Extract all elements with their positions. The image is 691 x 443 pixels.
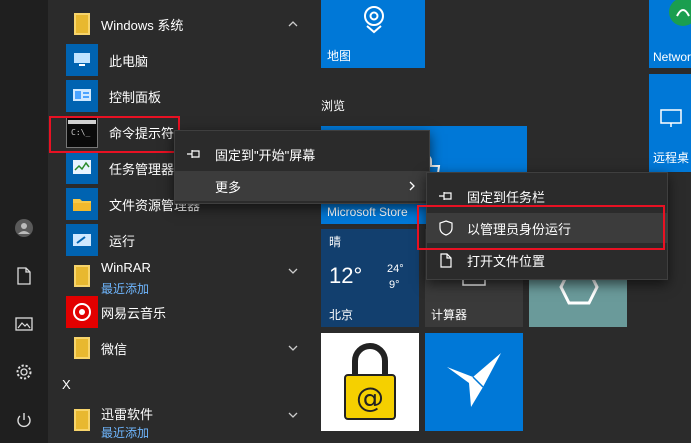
command-prompt-icon: C:\_ (66, 116, 98, 148)
list-item-label: 命令提示符 (109, 125, 175, 141)
list-item-winrar[interactable]: WinRAR 最近添加 (48, 256, 316, 296)
chevron-down-icon (288, 412, 298, 418)
weather-high: 24° (387, 263, 404, 275)
folder-icon (66, 404, 98, 436)
weather-temp: 12° (329, 263, 363, 288)
tile-label: 计算器 (431, 308, 468, 322)
letter-header-x[interactable]: X (48, 364, 316, 404)
pin-icon (185, 145, 203, 163)
folder-icon (66, 260, 98, 292)
tile-weather[interactable]: 晴 12° 24° 9° 北京 (321, 229, 419, 327)
map-pin-icon (364, 6, 384, 34)
menu-item-more[interactable]: 更多 (175, 171, 429, 201)
padlock-at-icon: @ (344, 343, 396, 420)
menu-item-label: 以管理员身份运行 (467, 221, 572, 237)
context-menu-primary: 固定到"开始"屏幕 更多 (174, 130, 430, 204)
power-icon[interactable] (0, 396, 48, 443)
group-label: Windows 系统 (101, 17, 184, 33)
list-item-label: 迅雷软件 (101, 407, 154, 422)
network-icon (669, 0, 691, 26)
tile-lock-app[interactable]: @ (321, 333, 419, 431)
weather-condition: 晴 (329, 235, 342, 249)
chevron-down-icon (288, 268, 298, 274)
recently-added-label: 最近添加 (101, 426, 150, 440)
task-manager-icon (66, 152, 98, 184)
menu-item-label: 固定到"开始"屏幕 (215, 147, 316, 163)
chevron-up-icon (288, 21, 298, 27)
user-avatar-icon[interactable] (0, 204, 48, 252)
list-item-xunlei[interactable]: 迅雷软件 最近添加 (48, 400, 316, 440)
menu-item-pin-to-taskbar[interactable]: 固定到任务栏 (427, 181, 667, 211)
tile-origami-app[interactable] (425, 333, 523, 431)
context-menu-more: 固定到任务栏 以管理员身份运行 打开文件位置 (426, 172, 668, 280)
tile-label: Network (653, 50, 691, 64)
origami-bird-icon (447, 353, 501, 407)
app-list: Windows 系统 此电脑 控制面板 C:\_ 命令提示符 任务管理器 文件资… (48, 0, 316, 443)
folder-icon (66, 188, 98, 220)
run-icon (66, 224, 98, 256)
shield-icon (437, 219, 455, 237)
list-item-label: WinRAR (101, 260, 151, 275)
menu-item-label: 更多 (215, 179, 242, 195)
chevron-right-icon (409, 181, 415, 191)
list-item-run[interactable]: 运行 (48, 220, 316, 260)
tile-network[interactable]: Network (649, 0, 691, 68)
tile-label: Microsoft Store (327, 205, 408, 219)
list-item-control-panel[interactable]: 控制面板 (48, 76, 316, 116)
list-item-weixin[interactable]: 微信 (48, 328, 316, 368)
menu-item-open-file-location[interactable]: 打开文件位置 (427, 245, 667, 275)
remote-desktop-icon (660, 109, 682, 127)
svg-text:@: @ (356, 381, 384, 414)
tile-label: 远程桌 (653, 151, 690, 165)
tile-remote-desktop[interactable]: 远程桌 (649, 74, 691, 172)
group-windows-system[interactable]: Windows 系统 (48, 4, 316, 44)
list-item-label: 运行 (109, 233, 136, 249)
list-item-netease-music[interactable]: 网易云音乐 (48, 292, 316, 332)
folder-icon (66, 8, 98, 40)
svg-text:C:\_: C:\_ (71, 128, 90, 137)
chevron-down-icon (288, 345, 298, 351)
settings-gear-icon[interactable] (0, 348, 48, 396)
pictures-icon[interactable] (0, 300, 48, 348)
letter-label: X (62, 376, 71, 392)
pin-icon (437, 187, 455, 205)
list-item-label: 微信 (101, 341, 128, 357)
menu-item-label: 固定到任务栏 (467, 189, 546, 205)
weather-low: 9° (389, 279, 400, 291)
control-panel-icon (66, 80, 98, 112)
menu-item-run-as-admin[interactable]: 以管理员身份运行 (427, 213, 667, 243)
list-item-this-pc[interactable]: 此电脑 (48, 40, 316, 80)
list-item-label: 任务管理器 (109, 161, 175, 177)
start-left-rail (0, 0, 48, 443)
list-item-label: 此电脑 (109, 53, 149, 69)
tile-maps[interactable]: 地图 (321, 0, 425, 68)
netease-music-icon (66, 296, 98, 328)
list-item-label: 控制面板 (109, 89, 162, 105)
file-icon (437, 251, 455, 269)
section-header-browse: 浏览 (321, 99, 346, 113)
tile-label: 地图 (327, 49, 352, 63)
documents-icon[interactable] (0, 252, 48, 300)
tile-label: 北京 (329, 308, 354, 322)
folder-icon (66, 332, 98, 364)
list-item-label: 网易云音乐 (101, 305, 167, 321)
menu-item-label: 打开文件位置 (467, 253, 546, 269)
menu-item-pin-to-start[interactable]: 固定到"开始"屏幕 (175, 139, 429, 169)
computer-icon (66, 44, 98, 76)
